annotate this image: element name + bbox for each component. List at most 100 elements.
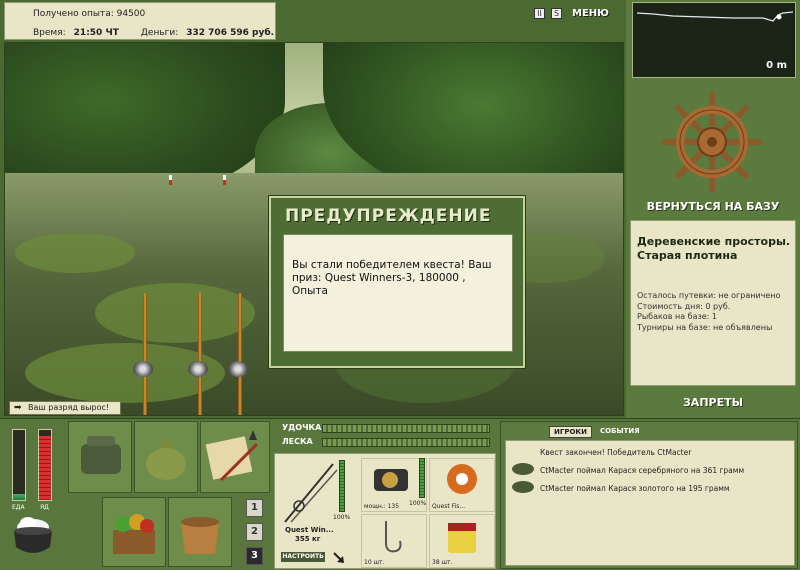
duckweed [95, 283, 255, 343]
menu-button[interactable]: МЕНЮ [572, 8, 609, 19]
rod-condition-bar [339, 460, 345, 512]
money-label: Деньги: [140, 28, 179, 38]
rod-condition: 100% [333, 514, 351, 521]
tab-events[interactable]: СОБЫТИЯ [596, 426, 644, 438]
rod-slot[interactable]: 100% Quest Win... 355 кг НАСТРОИТЬ [277, 456, 357, 568]
return-to-base-button[interactable]: ВЕРНУТЬСЯ НА БАЗУ [626, 200, 800, 213]
reel-1-icon [133, 361, 153, 377]
rod-3[interactable] [238, 293, 242, 415]
food-meter [12, 429, 26, 501]
exp-label: Получено опыта: [33, 9, 114, 19]
inventory-slots: 1 2 3 [68, 421, 272, 569]
slot-bucket[interactable] [168, 497, 232, 567]
food-level [13, 494, 25, 500]
bag-icon [81, 436, 121, 474]
stat-day-cost: Стоимость дня: 0 руб. [637, 301, 731, 311]
float-2[interactable] [223, 175, 226, 185]
bucket-icon [181, 517, 219, 554]
bait-count: 38 шт. [432, 559, 453, 566]
rod-tension-label: УДОЧКА [282, 423, 322, 432]
poison-level [39, 435, 51, 500]
game-screen: Получено опыта: 94500 Время: 21:50 ЧТ Де… [0, 0, 800, 570]
setup-button[interactable]: НАСТРОИТЬ [281, 552, 325, 562]
sack-icon [146, 440, 186, 480]
bait-jar-icon [448, 523, 476, 553]
rod-1[interactable] [143, 293, 147, 415]
depth-value: 0 m [766, 60, 787, 71]
right-panel: 0 m ВЕРНУТЬСЯ НА БАЗУ Деревенские просто… [626, 0, 800, 418]
bait-slot[interactable]: 38 шт. [429, 514, 495, 568]
status-meters: ЕДА ЯД [6, 429, 60, 511]
slot-food-basket[interactable] [102, 497, 166, 567]
rod-tension-bar [322, 424, 490, 433]
list-item: Квест закончен! Победитель CtMacter [540, 448, 692, 457]
food-label: ЕДА [12, 504, 25, 511]
slot-sack[interactable] [134, 421, 198, 493]
tackle-tension-bars: УДОЧКА ЛЕСКА [276, 421, 496, 451]
dialog-message: Вы стали победителем квеста! Ваш приз: Q… [283, 234, 513, 352]
slot-map[interactable] [200, 421, 270, 493]
list-item: CtMacter поймал Карася золотого на 195 г… [540, 484, 730, 493]
ship-wheel-icon[interactable] [662, 92, 762, 192]
cauldron-icon[interactable] [10, 515, 56, 559]
exp-row: Получено опыта: 94500 [33, 9, 145, 19]
inventory-page-3[interactable]: 3 [246, 547, 263, 565]
stat-tournaments: Турниры на базе: не объявлены [637, 322, 773, 332]
exp-value: 94500 [116, 9, 146, 19]
inventory-page-1[interactable]: 1 [246, 499, 263, 517]
rank-notification[interactable]: ➡ Ваш разряд вырос! [9, 401, 121, 415]
poison-label: ЯД [40, 504, 49, 511]
food-basket-icon [113, 514, 155, 554]
poison-meter [38, 429, 52, 501]
dialog-title: ПРЕДУПРЕЖДЕНИЕ [285, 206, 492, 226]
time-money-row: Время: 21:50 ЧТ Деньги: 332 706 596 руб. [33, 28, 274, 38]
time-value: 21:50 ЧТ [73, 28, 119, 38]
location-panel: Деревенские просторы. Старая плотина Ост… [630, 220, 796, 386]
pause-icon[interactable]: II [534, 8, 545, 19]
money-value: 332 706 596 руб. [186, 28, 275, 38]
line-spool-icon [447, 464, 477, 494]
player-info-panel: Получено опыта: 94500 Время: 21:50 ЧТ Де… [4, 2, 276, 40]
inventory-page-2[interactable]: 2 [246, 523, 263, 541]
bottom-bar: ЕДА ЯД 1 2 3 УДОЧКА ЛЕСКА 100% Quest Win… [0, 418, 800, 570]
reel-condition: 100% [409, 500, 427, 507]
tackle-panel: 100% Quest Win... 355 кг НАСТРОИТЬ мощн.… [274, 453, 496, 569]
arrow-down-right-icon [333, 552, 344, 563]
reel-2-icon [188, 361, 208, 377]
rod-weight: 355 кг [295, 535, 321, 543]
fish-icon [512, 463, 534, 475]
events-tabs: ИГРОКИ СОБЫТИЯ [549, 426, 644, 438]
hook-slot[interactable]: 10 шт. [361, 514, 427, 568]
rod-icon [284, 463, 337, 523]
bans-button[interactable]: ЗАПРЕТЫ [626, 396, 800, 409]
reel-condition-bar [419, 458, 425, 498]
line-slot[interactable]: Quest Fis... [429, 458, 495, 512]
stat-anglers: Рыбаков на базе: 1 [637, 312, 717, 321]
map-icon [205, 430, 259, 482]
events-list: Квест закончен! Победитель CtMacter CtMa… [505, 440, 795, 566]
rod-name: Quest Win... [285, 526, 334, 534]
sound-icon[interactable]: S [551, 8, 562, 19]
fish-icon [512, 481, 534, 493]
location-stats: Осталось путевки: не ограничено Стоимост… [637, 291, 780, 333]
list-item: CtMacter поймал Карася серебряного на 36… [540, 466, 745, 475]
reel-power: мощн.: 135 [364, 503, 400, 510]
line-tension-label: ЛЕСКА [282, 437, 313, 446]
slot-tackle-bag[interactable] [68, 421, 132, 493]
hooks-count: 10 шт. [364, 559, 385, 566]
top-controls: II S МЕНЮ [534, 8, 609, 19]
duckweed [15, 233, 135, 273]
location-name: Деревенские просторы. Старая плотина [637, 235, 791, 262]
stat-trip: Осталось путевки: не ограничено [637, 291, 781, 300]
hook-icon [385, 521, 402, 553]
tab-players[interactable]: ИГРОКИ [549, 426, 592, 438]
float-1[interactable] [169, 175, 172, 185]
depth-chart: 0 m [632, 2, 796, 78]
reel-3-icon [228, 361, 248, 377]
line-name: Quest Fis... [432, 503, 466, 510]
rod-info: Quest Win... 355 кг [285, 526, 334, 544]
events-panel: ИГРОКИ СОБЫТИЯ Квест закончен! Победител… [500, 421, 798, 569]
warning-dialog[interactable]: ПРЕДУПРЕЖДЕНИЕ Вы стали победителем квес… [269, 196, 525, 368]
rod-2[interactable] [198, 293, 202, 415]
time-label: Время: [33, 28, 66, 38]
